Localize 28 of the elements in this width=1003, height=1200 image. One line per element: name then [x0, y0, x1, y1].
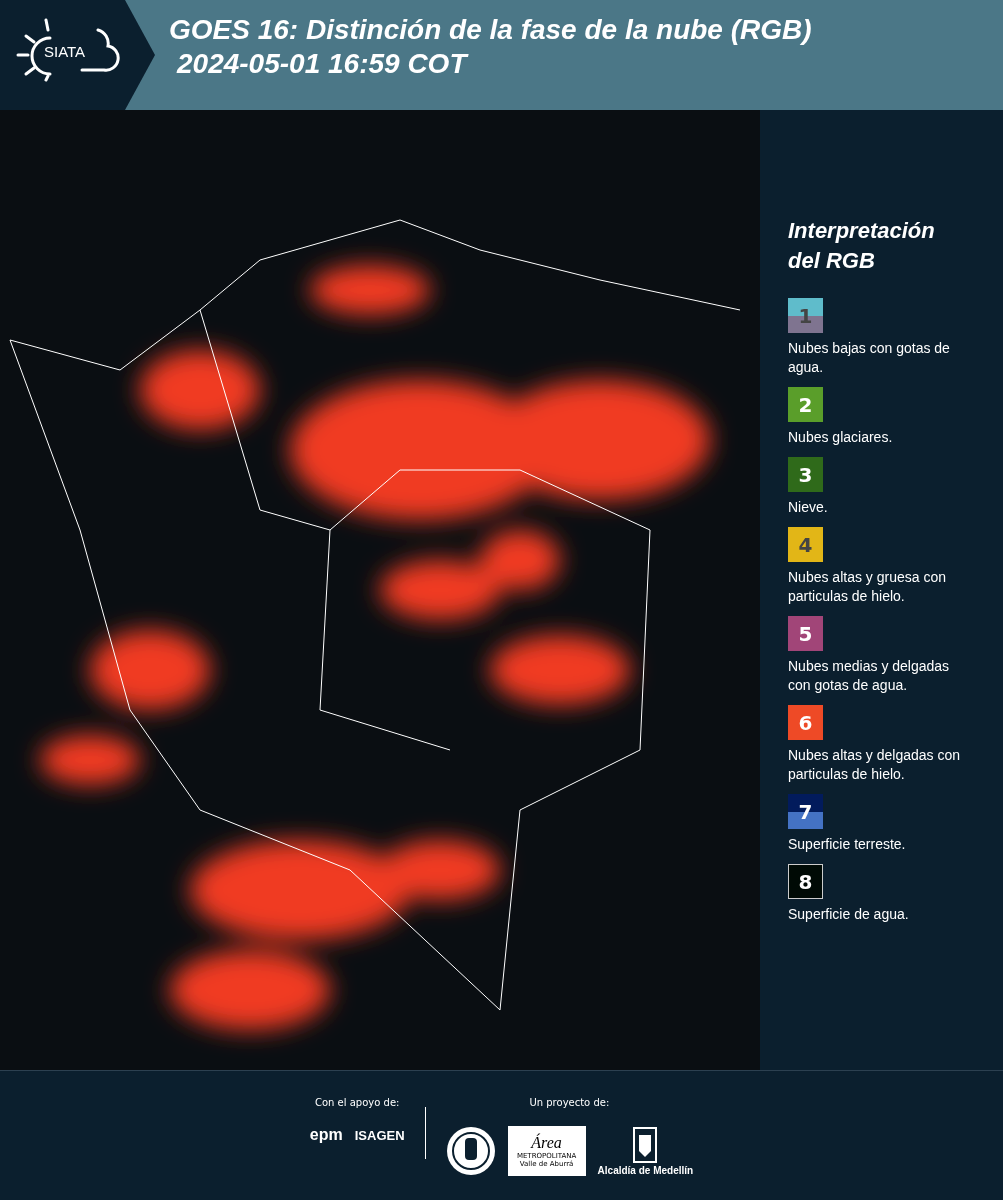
- legend-swatch: 2: [788, 387, 823, 422]
- legend-label: Nubes bajas con gotas de agua.: [788, 339, 951, 377]
- project-label: Un proyecto de:: [529, 1097, 610, 1108]
- legend-number: 1: [797, 302, 814, 330]
- legend-number: 7: [797, 798, 814, 826]
- legend-label: Nubes glaciares.: [788, 428, 894, 447]
- sun-cloud-icon: [16, 18, 120, 82]
- legend-swatch: 3: [788, 457, 823, 492]
- coat-of-arms-icon: [633, 1126, 658, 1163]
- legend-label: Nubes altas y delgadas con particulas de hielo.: [788, 746, 961, 784]
- title: GOES 16: Distinción de la fase de la nube (RGB): [169, 14, 812, 46]
- legend-label: Superficie terreste.: [788, 835, 907, 854]
- legend-swatch: 6: [788, 705, 823, 740]
- timestamp: 2024-05-01 16:59 COT: [175, 48, 470, 80]
- seal-icon: [445, 1126, 496, 1176]
- support-label: Con el apoyo de:: [315, 1097, 400, 1108]
- legend-label: Nubes medias y delgadas con gotas de agua.: [788, 657, 951, 695]
- sponsor-logo: ISAGEN: [354, 1127, 405, 1143]
- sponsor-logo: epm: [309, 1126, 343, 1144]
- legend-swatch: 5: [788, 616, 823, 651]
- legend-label: Nubes altas y gruesa con particulas de hielo.: [788, 568, 947, 606]
- legend-swatch: 8: [788, 864, 823, 899]
- legend-swatch: 4: [788, 527, 823, 562]
- logo-text: SIATA: [44, 43, 86, 60]
- legend-label: Superficie de agua.: [788, 905, 910, 924]
- legend-label: Nieve.: [788, 498, 829, 517]
- city-logo-text: Alcaldía de Medellín: [597, 1164, 694, 1176]
- legend-title: Interpretación del RGB: [788, 217, 936, 275]
